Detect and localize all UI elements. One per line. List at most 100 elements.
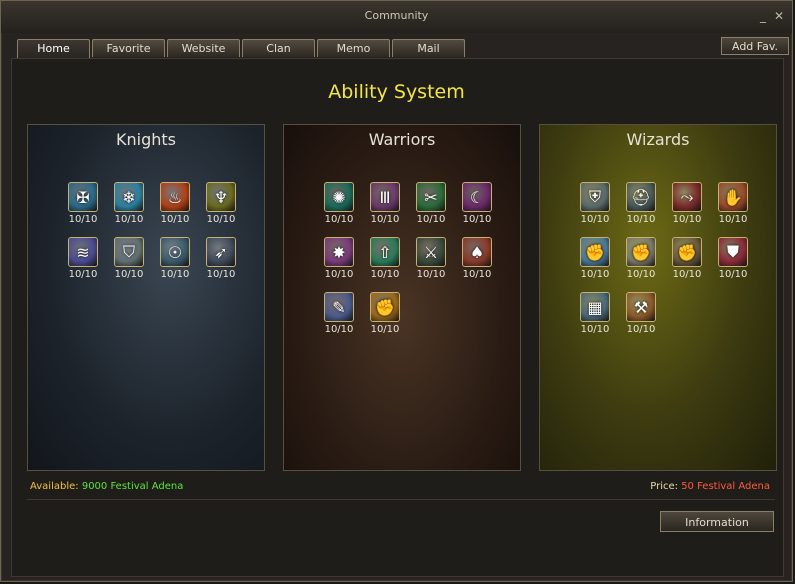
scroll-icon[interactable]: ✎ xyxy=(324,292,354,322)
skill-slot[interactable]: ♆ 10/10 xyxy=(198,182,244,225)
skill-slot[interactable]: ⚔ 10/10 xyxy=(408,237,454,280)
piercing-arrow-icon[interactable]: ⇧ xyxy=(370,237,400,267)
tab-clan[interactable]: Clan xyxy=(242,39,315,57)
tab-memo[interactable]: Memo xyxy=(317,39,390,57)
information-button[interactable]: Information xyxy=(660,511,774,532)
claw-slash-icon[interactable]: ≋ xyxy=(68,237,98,267)
skill-slot[interactable]: Ⅲ 10/10 xyxy=(362,182,408,225)
skill-slot[interactable]: ✂ 10/10 xyxy=(408,182,454,225)
rune-pillar-icon[interactable]: Ⅲ xyxy=(370,182,400,212)
helmet-icon[interactable]: ⛉ xyxy=(114,237,144,267)
ice-shield-icon[interactable]: ❄ xyxy=(114,182,144,212)
skill-level: 10/10 xyxy=(206,214,236,225)
skill-level: 10/10 xyxy=(718,269,748,280)
skill-level: 10/10 xyxy=(416,214,446,225)
price-label: Price: xyxy=(650,481,678,492)
available-label: Available: xyxy=(30,481,79,492)
skill-level: 10/10 xyxy=(672,269,702,280)
tab-favorite[interactable]: Favorite xyxy=(92,39,165,57)
skill-level: 10/10 xyxy=(114,269,144,280)
skill-slot[interactable]: ❄ 10/10 xyxy=(106,182,152,225)
chain-strike-icon[interactable]: ⚔ xyxy=(416,237,446,267)
skill-slot[interactable]: ⛉ 10/10 xyxy=(106,237,152,280)
tab-bar: Home Favorite Website Clan Memo Mail xyxy=(17,39,465,60)
skill-slot[interactable]: ♠ 10/10 xyxy=(454,237,500,280)
shield-cross-icon[interactable]: ✠ xyxy=(68,182,98,212)
gauntlet-icon[interactable]: ✋ xyxy=(718,182,748,212)
skill-slot[interactable]: ⛨ 10/10 xyxy=(572,182,618,225)
knights-panel: Knights ✠ 10/10 ❄ 10/10 ♨ 10/10 ♆ 10/10 ≋ 10/10 ⛉ 1… xyxy=(27,124,265,471)
whirlwind-icon[interactable]: ✺ xyxy=(324,182,354,212)
red-shield-icon[interactable]: ⛊ xyxy=(718,237,748,267)
skill-slot[interactable]: ☉ 10/10 xyxy=(152,237,198,280)
skill-grid: ✺ 10/10 Ⅲ 10/10 ✂ 10/10 ☾ 10/10 ✸ 10/10 ⇧ 10/10 ⚔ 10/… xyxy=(316,182,500,335)
tab-website[interactable]: Website xyxy=(167,39,240,57)
add-favorite-button[interactable]: Add Fav. xyxy=(721,37,789,55)
title-bar[interactable]: Community _ ✕ xyxy=(1,1,792,33)
power-fist-icon[interactable]: ✊ xyxy=(626,237,656,267)
skill-slot[interactable]: ⤳ 10/10 xyxy=(664,182,710,225)
skill-grid: ✠ 10/10 ❄ 10/10 ♨ 10/10 ♆ 10/10 ≋ 10/10 ⛉ 10/10 ☉ 10/… xyxy=(60,182,244,280)
panel-title: Knights xyxy=(116,130,176,149)
skill-slot[interactable]: ✺ 10/10 xyxy=(316,182,362,225)
available-info: Available: 9000 Festival Adena xyxy=(30,481,183,492)
skill-slot[interactable]: ✊ 10/10 xyxy=(362,292,408,335)
skill-slot[interactable]: ≋ 10/10 xyxy=(60,237,106,280)
tab-home[interactable]: Home xyxy=(17,39,90,60)
war-cry-icon[interactable]: ✸ xyxy=(324,237,354,267)
minimize-icon[interactable]: _ xyxy=(756,9,770,23)
skill-slot[interactable]: ♨ 10/10 xyxy=(152,182,198,225)
skill-level: 10/10 xyxy=(114,214,144,225)
skill-slot[interactable]: ▦ 10/10 xyxy=(572,292,618,335)
skill-level: 10/10 xyxy=(160,269,190,280)
window-title: Community xyxy=(364,9,429,22)
spear-icon[interactable]: ➶ xyxy=(206,237,236,267)
skill-level: 10/10 xyxy=(370,269,400,280)
double-blade-icon[interactable]: ✂ xyxy=(416,182,446,212)
flame-blade-icon[interactable]: ♠ xyxy=(462,237,492,267)
skill-slot[interactable]: ✎ 10/10 xyxy=(316,292,362,335)
skill-slot[interactable]: ⛑ 10/10 xyxy=(618,182,664,225)
panel-title: Warriors xyxy=(368,130,436,149)
skill-slot[interactable]: ⛊ 10/10 xyxy=(710,237,756,280)
golden-wings-icon[interactable]: ♆ xyxy=(206,182,236,212)
skill-slot[interactable]: ✊ 10/10 xyxy=(618,237,664,280)
skill-level: 10/10 xyxy=(68,214,98,225)
skill-level: 10/10 xyxy=(672,214,702,225)
community-window: Community _ ✕ Home Favorite Website Clan… xyxy=(0,0,793,582)
iron-fist-icon[interactable]: ✊ xyxy=(672,237,702,267)
skill-slot[interactable]: ✊ 10/10 xyxy=(572,237,618,280)
mask-icon[interactable]: ☉ xyxy=(160,237,190,267)
close-icon[interactable]: ✕ xyxy=(772,9,786,23)
skill-level: 10/10 xyxy=(580,269,610,280)
skill-level: 10/10 xyxy=(416,269,446,280)
warriors-panel: Warriors ✺ 10/10 Ⅲ 10/10 ✂ 10/10 ☾ 10/10 ✸ 10/10 ⇧… xyxy=(283,124,521,471)
skill-level: 10/10 xyxy=(206,269,236,280)
boot-icon[interactable]: ⤳ xyxy=(672,182,702,212)
wall-icon[interactable]: ▦ xyxy=(580,292,610,322)
price-info: Price: 50 Festival Adena xyxy=(650,481,770,492)
skill-slot[interactable]: ⚒ 10/10 xyxy=(618,292,664,335)
skill-slot[interactable]: ✸ 10/10 xyxy=(316,237,362,280)
skill-slot[interactable]: ✋ 10/10 xyxy=(710,182,756,225)
wizards-panel: Wizards ⛨ 10/10 ⛑ 10/10 ⤳ 10/10 ✋ 10/10 ✊ 10/10 ✊ 1… xyxy=(539,124,777,471)
skill-level: 10/10 xyxy=(462,214,492,225)
fire-wave-icon[interactable]: ♨ xyxy=(160,182,190,212)
skill-slot[interactable]: ✠ 10/10 xyxy=(60,182,106,225)
divider xyxy=(27,499,775,500)
skill-slot[interactable]: ☾ 10/10 xyxy=(454,182,500,225)
skill-slot[interactable]: ➶ 10/10 xyxy=(198,237,244,280)
skill-slot[interactable]: ⇧ 10/10 xyxy=(362,237,408,280)
steel-helm-icon[interactable]: ⛑ xyxy=(626,182,656,212)
golden-fist-icon[interactable]: ✊ xyxy=(370,292,400,322)
skill-level: 10/10 xyxy=(324,269,354,280)
armor-icon[interactable]: ⛨ xyxy=(580,182,610,212)
tab-mail[interactable]: Mail xyxy=(392,39,465,57)
page-title: Ability System xyxy=(328,81,465,103)
skill-level: 10/10 xyxy=(462,269,492,280)
hammer-icon[interactable]: ⚒ xyxy=(626,292,656,322)
crescent-slash-icon[interactable]: ☾ xyxy=(462,182,492,212)
skill-level: 10/10 xyxy=(160,214,190,225)
skill-slot[interactable]: ✊ 10/10 xyxy=(664,237,710,280)
raised-fist-icon[interactable]: ✊ xyxy=(580,237,610,267)
